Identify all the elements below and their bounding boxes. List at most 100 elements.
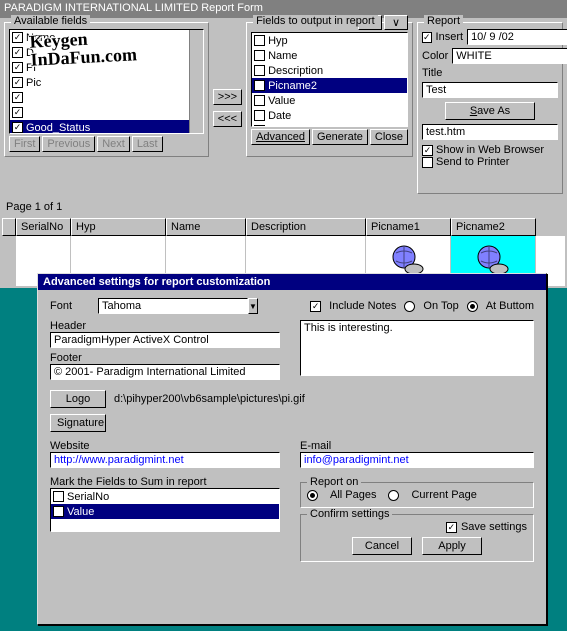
first-button[interactable]: First	[9, 136, 40, 152]
list-item-label: D	[26, 47, 34, 59]
checkbox[interactable]	[53, 491, 64, 502]
date-dropdown[interactable]: ▼	[467, 29, 567, 45]
list-item[interactable]: Name	[10, 30, 203, 45]
list-item[interactable]: D	[10, 45, 203, 60]
col-picname1[interactable]: Picname1	[366, 218, 451, 236]
report-group: Report Insert ▼ Color ▼ Title	[417, 22, 563, 194]
checkbox[interactable]	[12, 32, 23, 43]
checkbox[interactable]	[254, 95, 265, 106]
header-input[interactable]	[50, 332, 280, 348]
available-fields-legend: Available fields	[11, 15, 90, 27]
current-page-label: Current Page	[411, 489, 476, 501]
list-item[interactable]: Pi	[10, 60, 203, 75]
row-selector[interactable]	[2, 218, 16, 236]
font-input[interactable]	[98, 298, 248, 314]
show-browser-checkbox[interactable]	[422, 145, 433, 156]
checkbox[interactable]	[53, 506, 64, 517]
list-item[interactable]: Hyp	[252, 33, 407, 48]
list-item[interactable]: Value	[51, 504, 279, 519]
include-notes-checkbox[interactable]	[310, 301, 321, 312]
insert-checkbox[interactable]	[422, 32, 432, 43]
checkbox[interactable]	[254, 65, 265, 76]
list-item[interactable]: Name	[252, 48, 407, 63]
save-as-button[interactable]: SSave Asave As	[445, 102, 535, 120]
date-input[interactable]	[467, 29, 567, 45]
checkbox[interactable]	[12, 92, 23, 103]
notes-textarea[interactable]	[300, 320, 534, 376]
col-hyp[interactable]: Hyp	[71, 218, 166, 236]
title-label: Title	[422, 67, 450, 79]
logo-button[interactable]: Logo	[50, 390, 106, 408]
output-fields-legend: Fields to output in report	[253, 15, 378, 27]
checkbox[interactable]	[254, 110, 265, 121]
list-item[interactable]: SerialNo	[51, 489, 279, 504]
list-item[interactable]: Pic	[10, 75, 203, 90]
footer-input[interactable]	[50, 364, 280, 380]
checkbox[interactable]	[254, 125, 265, 127]
advanced-button[interactable]: Advanced	[251, 129, 310, 145]
list-item[interactable]: Value	[252, 93, 407, 108]
list-item-label: Name	[26, 32, 55, 44]
dialog-title: Advanced settings for report customizati…	[38, 274, 546, 290]
next-button[interactable]: Next	[97, 136, 130, 152]
checkbox[interactable]	[254, 50, 265, 61]
scrollbar-vertical[interactable]	[189, 30, 203, 133]
all-pages-radio[interactable]	[307, 490, 318, 501]
chevron-down-icon[interactable]: ▼	[248, 298, 258, 314]
transfer-buttons: >>> <<<	[213, 22, 242, 194]
list-item[interactable]: Good_Status	[10, 120, 203, 134]
checkbox[interactable]	[12, 107, 23, 118]
on-top-radio[interactable]	[404, 301, 415, 312]
page-indicator: Page 1 of 1	[0, 198, 567, 216]
website-input[interactable]	[50, 452, 280, 468]
save-settings-label: Save settings	[461, 521, 527, 533]
previous-button[interactable]: Previous	[42, 136, 95, 152]
list-item-label: Pic	[26, 77, 41, 89]
add-button[interactable]: >>>	[213, 89, 242, 105]
output-fields-list[interactable]: Hyp NameDescriptionPicname2ValueDateGood_…	[251, 32, 408, 127]
list-item[interactable]: Description	[252, 63, 407, 78]
current-page-radio[interactable]	[388, 490, 399, 501]
list-item-label: Name	[268, 50, 297, 62]
list-item-label: Good_Status	[26, 122, 90, 134]
show-browser-label: Show in Web Browser	[436, 144, 544, 156]
move-down-button[interactable]: ∨	[384, 15, 408, 30]
remove-button[interactable]: <<<	[213, 111, 242, 127]
last-button[interactable]: Last	[132, 136, 163, 152]
main-panel: Available fields Name DPi Pic Good_Status F…	[0, 18, 567, 198]
send-printer-checkbox[interactable]	[422, 157, 433, 168]
checkbox[interactable]	[254, 80, 265, 91]
signature-button[interactable]: Signature	[50, 414, 106, 432]
color-dropdown[interactable]: ▼	[452, 48, 567, 64]
checkbox[interactable]	[254, 35, 265, 46]
list-item[interactable]: Picname2	[252, 78, 407, 93]
col-description[interactable]: Description	[246, 218, 366, 236]
checkbox[interactable]	[12, 77, 23, 88]
report-on-legend: Report on	[307, 476, 361, 488]
apply-button[interactable]: Apply	[422, 537, 482, 555]
at-bottom-radio[interactable]	[467, 301, 478, 312]
font-dropdown[interactable]: ▼	[98, 298, 238, 314]
filename-input[interactable]	[422, 124, 558, 140]
title-input[interactable]	[422, 82, 558, 98]
list-item[interactable]: Good_Status	[252, 123, 407, 127]
list-item[interactable]	[10, 90, 203, 105]
generate-button[interactable]: Generate	[312, 129, 368, 145]
website-label: Website	[50, 440, 280, 452]
close-button[interactable]: Close	[370, 129, 408, 145]
checkbox[interactable]	[12, 122, 23, 133]
checkbox[interactable]	[12, 62, 23, 73]
available-fields-list[interactable]: Name DPi Pic Good_Status	[9, 29, 204, 134]
confirm-settings-group: Confirm settings Save settings Cancel Ap…	[300, 514, 534, 562]
cancel-button[interactable]: Cancel	[352, 537, 412, 555]
col-name[interactable]: Name	[166, 218, 246, 236]
list-item[interactable]: Date	[252, 108, 407, 123]
sum-fields-list[interactable]: SerialNoValue	[50, 488, 280, 532]
save-settings-checkbox[interactable]	[446, 522, 457, 533]
list-item[interactable]	[10, 105, 203, 120]
checkbox[interactable]	[12, 47, 23, 58]
email-input[interactable]	[300, 452, 534, 468]
color-input[interactable]	[452, 48, 567, 64]
col-picname2[interactable]: Picname2	[451, 218, 536, 236]
col-serialno[interactable]: SerialNo	[16, 218, 71, 236]
